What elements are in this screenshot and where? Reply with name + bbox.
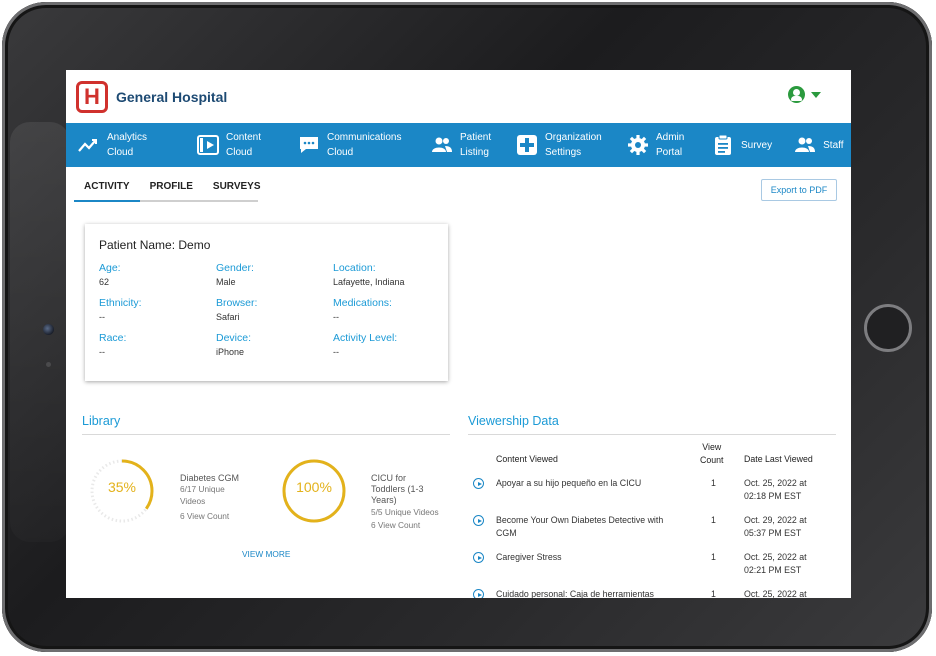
hospital-logo[interactable]: H xyxy=(76,80,108,113)
home-button[interactable] xyxy=(864,304,912,352)
library-item-unique: 6/17 Unique Videos xyxy=(180,484,225,506)
patient-card: Patient Name: Demo Age: 62 Gender: Male Lo… xyxy=(85,224,448,381)
app-screen: H General Hospital Analytics Cloud Conten… xyxy=(66,70,851,598)
nav-label: Analytics Cloud xyxy=(107,132,148,158)
nav-analytics-cloud[interactable]: Analytics Cloud xyxy=(78,130,173,160)
row-date: Oct. 29, 2022 at 05:37 PM EST xyxy=(744,515,807,538)
patient-field-browser: Browser: Safari xyxy=(216,297,258,322)
nav-admin-portal[interactable]: Admin Portal xyxy=(627,130,688,160)
row-content[interactable]: Apoyar a su hijo pequeño en la CICU xyxy=(496,477,641,490)
patient-fields: Age: 62 Gender: Male Location: Lafayette, I… xyxy=(99,262,434,357)
library-item-views: 6 View Count xyxy=(371,520,421,530)
sensor-dot xyxy=(46,362,51,367)
library-item-name[interactable]: Diabetes CGM xyxy=(180,473,239,483)
nav-patient-listing[interactable]: Patient Listing xyxy=(431,130,496,160)
gear-icon xyxy=(627,134,649,156)
viewership-title: Viewership Data xyxy=(468,414,559,428)
chat-icon xyxy=(298,134,320,156)
patient-field-ethnicity: Ethnicity: -- xyxy=(99,297,142,322)
col-header-content: Content Viewed xyxy=(496,454,558,464)
row-content[interactable]: Cuidado personal: Caja de herramientas xyxy=(496,588,654,598)
tablet-sheen xyxy=(10,122,70,542)
library-item-name[interactable]: CICU for Toddlers (1-3 Years) xyxy=(371,473,424,506)
analytics-icon xyxy=(78,134,100,156)
staff-icon xyxy=(794,134,816,156)
patient-field-device: Device: iPhone xyxy=(216,332,252,357)
chevron-down-icon[interactable] xyxy=(811,91,821,98)
patient-field-activity-level: Activity Level: -- xyxy=(333,332,398,357)
play-icon[interactable] xyxy=(473,515,484,526)
export-pdf-button[interactable]: Export to PDF xyxy=(761,179,837,201)
patient-field-race: Race: -- xyxy=(99,332,127,357)
tab-profile[interactable]: PROFILE xyxy=(140,177,203,200)
library-divider xyxy=(82,434,450,435)
patient-name: Patient Name: Demo xyxy=(99,238,211,252)
view-more-link[interactable]: VIEW MORE xyxy=(242,549,290,559)
nav-label: Organization Settings xyxy=(545,132,602,158)
row-date: Oct. 25, 2022 at 02:18 PM EST xyxy=(744,478,807,501)
plus-icon xyxy=(516,134,538,156)
logo-letter: H xyxy=(84,83,100,109)
row-content[interactable]: Caregiver Stress xyxy=(496,551,562,564)
col-header-count: View Count xyxy=(700,442,724,465)
nav-survey[interactable]: Survey xyxy=(712,134,772,156)
nav-staff[interactable]: Staff xyxy=(794,134,844,156)
nav-label: Staff xyxy=(823,139,844,151)
tab-activity[interactable]: ACTIVITY xyxy=(74,177,140,202)
progress-percent: 35% xyxy=(107,479,137,495)
col-header-date: Date Last Viewed xyxy=(744,454,813,464)
clipboard-icon xyxy=(712,134,734,156)
progress-percent: 100% xyxy=(296,479,332,495)
tab-surveys[interactable]: SURVEYS xyxy=(203,177,271,200)
camera-icon xyxy=(43,324,54,335)
users-icon xyxy=(431,134,453,156)
main-nav: Analytics Cloud Content Cloud Communicatio… xyxy=(66,123,851,167)
brand-name: General Hospital xyxy=(116,88,228,105)
nav-label: Patient Listing xyxy=(460,132,492,158)
library-item-unique: 5/5 Unique Videos xyxy=(371,507,439,517)
library-title: Library xyxy=(82,414,121,428)
patient-field-location: Location: Lafayette, Indiana xyxy=(333,262,405,287)
nav-label: Survey xyxy=(741,139,773,151)
play-icon[interactable] xyxy=(473,589,484,598)
nav-label: Content Cloud xyxy=(226,132,262,158)
user-menu[interactable] xyxy=(788,86,821,103)
nav-organization-settings[interactable]: Organization Settings xyxy=(516,130,609,160)
nav-label: Admin Portal xyxy=(656,132,685,158)
row-date: Oct. 25, 2022 at 02:21 PM EST xyxy=(744,552,807,575)
content-play-icon xyxy=(197,134,219,156)
patient-field-medications: Medications: -- xyxy=(333,297,392,322)
top-bar: H General Hospital xyxy=(66,70,851,123)
content-area: ACTIVITY PROFILE SURVEYS Export to PDF P… xyxy=(66,167,851,598)
nav-label: Communications Cloud xyxy=(327,132,402,158)
play-icon[interactable] xyxy=(473,478,484,489)
row-content[interactable]: Become Your Own Diabetes Detective with C… xyxy=(496,514,663,540)
row-count: 1 xyxy=(711,515,716,525)
row-date: Oct. 25, 2022 at xyxy=(744,589,807,598)
tab-bar: ACTIVITY PROFILE SURVEYS xyxy=(74,177,261,202)
nav-content-cloud[interactable]: Content Cloud xyxy=(197,130,278,160)
row-count: 1 xyxy=(711,478,716,488)
library-progress-ring-2[interactable]: 100% xyxy=(280,457,348,525)
library-item-views: 6 View Count xyxy=(180,511,230,521)
row-count: 1 xyxy=(711,589,716,598)
patient-field-gender: Gender: Male xyxy=(216,262,254,287)
library-progress-ring-1[interactable]: 35% xyxy=(88,457,156,525)
user-circle-icon[interactable] xyxy=(788,86,805,103)
viewership-divider xyxy=(468,434,836,435)
nav-communications-cloud[interactable]: Communications Cloud xyxy=(298,130,413,160)
play-icon[interactable] xyxy=(473,552,484,563)
row-count: 1 xyxy=(711,552,716,562)
patient-field-age: Age: 62 xyxy=(99,262,121,287)
